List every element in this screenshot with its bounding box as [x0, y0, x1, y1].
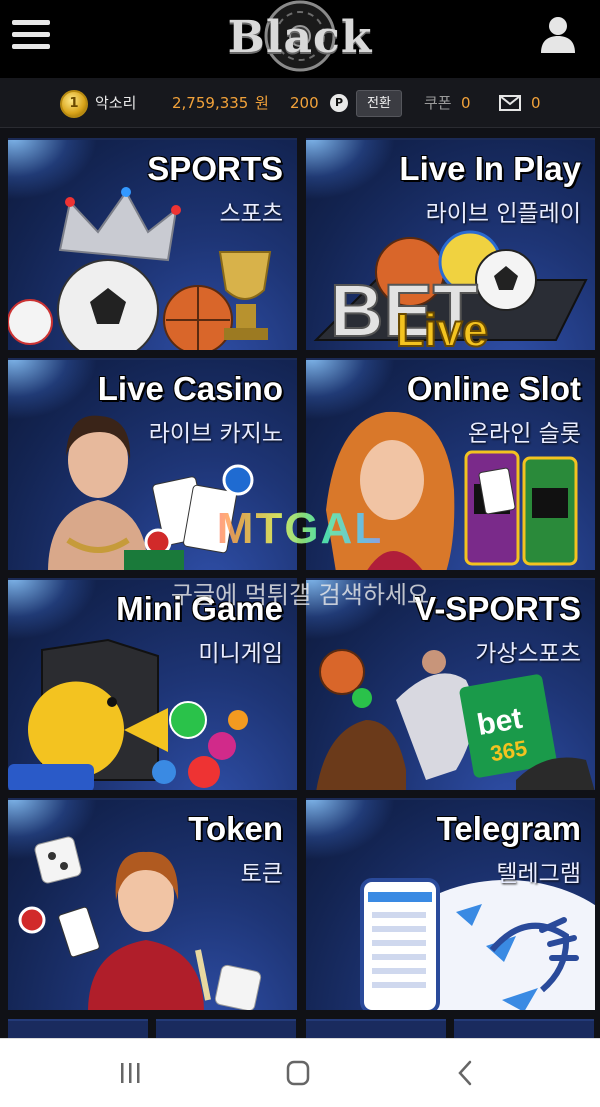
card-token[interactable]: Token 토큰: [8, 798, 297, 1010]
system-navigation-bar: [0, 1038, 600, 1107]
recents-icon[interactable]: [110, 1057, 150, 1089]
points-amount: 200: [290, 94, 319, 112]
home-icon[interactable]: [278, 1057, 318, 1089]
card-subtitle: 가상스포츠: [475, 641, 581, 667]
back-icon[interactable]: [446, 1057, 486, 1089]
next-card-peek[interactable]: [8, 1019, 148, 1038]
hamburger-menu-icon[interactable]: [12, 18, 50, 50]
card-title: Online Slot: [406, 370, 581, 407]
coupon-label[interactable]: 쿠폰: [424, 78, 452, 128]
points-badge-icon: P: [330, 94, 348, 112]
next-card-peek[interactable]: [306, 1019, 446, 1038]
mail-icon[interactable]: [499, 95, 521, 111]
mail-count[interactable]: 0: [531, 78, 541, 128]
top-header: Black: [0, 0, 600, 78]
logo-text: Black: [227, 12, 373, 63]
coupon-count[interactable]: 0: [461, 78, 471, 128]
card-subtitle: 텔레그램: [496, 861, 581, 887]
card-sports[interactable]: SPORTS 스포츠: [8, 138, 297, 350]
live-artwork-text: Live: [396, 304, 488, 350]
level-badge: 1: [69, 96, 79, 111]
card-subtitle: 온라인 슬롯: [467, 421, 581, 447]
watermark-text: 구글에 먹튀갤 검색하세요: [170, 581, 430, 609]
card-title: Telegram: [436, 810, 581, 847]
watermark-logo: MTGAL: [195, 506, 405, 552]
convert-points-button[interactable]: 전환: [356, 90, 402, 117]
account-info-bar: 1 악소리 2,759,335 원 200 P 전환 쿠폰 0 0: [0, 78, 600, 128]
level-coin-icon: 1: [60, 90, 88, 118]
card-telegram[interactable]: Telegram 텔레그램: [306, 798, 595, 1010]
card-live-in-play[interactable]: BET Live Live In Play 라이브 인플레이: [306, 138, 595, 350]
site-logo[interactable]: Black: [200, 0, 400, 78]
card-subtitle: 라이브 인플레이: [425, 201, 581, 227]
next-card-peek[interactable]: [156, 1019, 296, 1038]
balance-amount: 2,759,335: [172, 94, 249, 112]
username[interactable]: 악소리: [95, 78, 136, 128]
card-title: SPORTS: [147, 150, 283, 187]
next-card-peek[interactable]: [454, 1019, 594, 1038]
card-title: Live In Play: [399, 150, 581, 187]
card-subtitle: 토큰: [240, 861, 283, 887]
card-title: Live Casino: [97, 370, 283, 407]
card-subtitle: 미니게임: [198, 641, 283, 667]
balance-unit: 원: [255, 94, 269, 112]
user-profile-icon[interactable]: [540, 16, 576, 54]
card-subtitle: 스포츠: [219, 201, 283, 227]
app-screen: Black 1 악소리 2,759,335 원 200 P 전환 쿠폰 0 0: [0, 0, 600, 1107]
card-subtitle: 라이브 카지노: [148, 421, 283, 447]
card-title: Token: [188, 810, 283, 847]
